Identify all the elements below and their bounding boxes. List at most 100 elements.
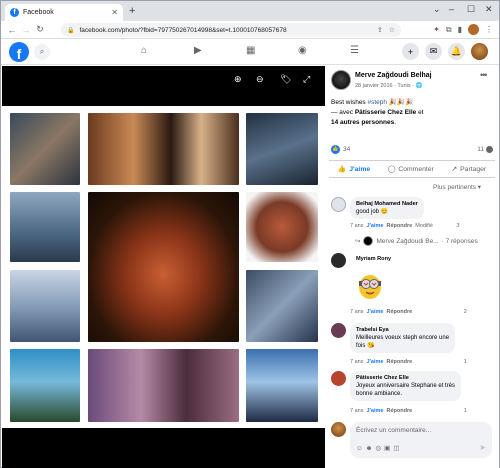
- zoom-out-icon[interactable]: ⊖: [256, 74, 264, 85]
- comment-input[interactable]: Écrivez un commentaire...: [356, 427, 431, 434]
- commenter-avatar[interactable]: [331, 197, 346, 212]
- close-window-icon[interactable]: ✕: [485, 4, 493, 15]
- comment-text-line: bonne ambiance.: [356, 391, 403, 397]
- post-author-name[interactable]: Merve Zağdoudi Belhaj: [355, 72, 432, 79]
- url-text[interactable]: facebook.com/photo/?fbid=797750267014998…: [79, 27, 370, 34]
- comment-text-line: Joyeux anniversaire Stephane et très: [356, 383, 456, 389]
- create-icon[interactable]: +: [402, 43, 419, 60]
- photo-tile: [10, 349, 80, 422]
- commenter-name[interactable]: Pâtisserie Chez Elle: [356, 374, 455, 382]
- profile-avatar-icon[interactable]: [468, 24, 479, 35]
- reply-author-avatar: [363, 236, 374, 246]
- post-details-panel: Merve Zağdoudi Belhaj 28 janvier 2016 · …: [325, 66, 499, 468]
- zoom-in-icon[interactable]: ⊕: [234, 74, 242, 85]
- comment-meta: 7 ans J'aime Répondre 1: [350, 359, 467, 365]
- notifications-icon[interactable]: 🔔: [448, 43, 465, 60]
- tab-title: Facebook: [23, 9, 54, 16]
- share-icon[interactable]: ⇪: [377, 26, 383, 34]
- composer-icons[interactable]: ☺☻◎▣◫: [356, 444, 402, 452]
- search-icon[interactable]: ⌕: [34, 44, 50, 60]
- comment-like-link[interactable]: J'aime: [367, 359, 384, 365]
- menu-icon[interactable]: ☰: [350, 45, 359, 56]
- send-icon[interactable]: ➤: [479, 443, 486, 452]
- fullscreen-icon[interactable]: ⤢: [303, 74, 310, 85]
- tag-icon[interactable]: 🏷: [280, 74, 291, 85]
- comment-reaction-count: 1: [463, 359, 467, 365]
- minimize-icon[interactable]: –: [449, 4, 454, 14]
- hashtag-link[interactable]: #steph: [368, 99, 388, 106]
- reaction-count[interactable]: 34: [343, 146, 350, 153]
- omnibox[interactable]: 🔒 facebook.com/photo/?fbid=7977502670149…: [61, 23, 401, 37]
- comment-reply-link[interactable]: Répondre: [387, 359, 413, 365]
- like-button[interactable]: 👍 J'aime: [338, 165, 370, 173]
- address-bar: ← → ↻ 🔒 facebook.com/photo/?fbid=7977502…: [1, 21, 499, 39]
- photo-tile: [246, 270, 318, 342]
- commenter-avatar[interactable]: [331, 253, 346, 268]
- commenter-name[interactable]: Myriam Rony: [356, 256, 391, 262]
- photo-tile: [246, 349, 318, 422]
- maximize-icon[interactable]: ☐: [467, 4, 475, 15]
- comment-item: Trabelsi Eya Meilleures voeux steph enco…: [331, 323, 496, 363]
- commenter-avatar[interactable]: [331, 323, 346, 338]
- tagged-others-link[interactable]: 14 autres personnes: [331, 119, 394, 126]
- comment-like-link[interactable]: J'aime: [367, 223, 384, 229]
- menu-kebab-icon[interactable]: ⋮: [485, 25, 493, 34]
- comment-bubble: Pâtisserie Chez Elle Joyeux anniversaire…: [350, 371, 462, 401]
- author-avatar[interactable]: [331, 70, 351, 90]
- forward-icon[interactable]: →: [19, 25, 33, 35]
- extension-icon[interactable]: ✦: [433, 25, 440, 34]
- comment-reply-link[interactable]: Répondre: [387, 309, 413, 315]
- account-avatar[interactable]: [471, 43, 488, 60]
- puzzle-icon[interactable]: ⧉: [446, 25, 452, 35]
- facebook-logo-icon[interactable]: f: [9, 42, 29, 62]
- commenter-avatar[interactable]: [331, 371, 346, 386]
- new-tab-button[interactable]: +: [129, 5, 135, 17]
- bookmark-star-icon[interactable]: ☆: [389, 26, 395, 34]
- marketplace-icon[interactable]: ▦: [246, 45, 255, 56]
- photo-collage[interactable]: [2, 106, 325, 428]
- commenter-name[interactable]: Trabelsi Eya: [356, 326, 449, 334]
- tab-facebook[interactable]: f Facebook ✕: [5, 4, 123, 21]
- comment-bubble-icon: [486, 145, 493, 153]
- share-arrow-icon: ↗: [451, 166, 458, 173]
- lock-icon: 🔒: [67, 27, 75, 34]
- photo-tile: [246, 192, 318, 262]
- comment-composer[interactable]: Écrivez un commentaire... ☺☻◎▣◫ ➤: [350, 422, 492, 458]
- sticker-icon[interactable]: ◫: [393, 445, 402, 452]
- my-avatar[interactable]: [331, 422, 346, 437]
- messenger-icon[interactable]: ✉: [425, 43, 442, 60]
- post-date: 28 janvier 2016 · Tunis · 🌐: [355, 83, 423, 89]
- close-tab-icon[interactable]: ✕: [111, 8, 118, 17]
- comment-meta: 7 ans J'aime Répondre Modifié 3: [350, 223, 460, 229]
- home-icon[interactable]: ⌂: [141, 45, 147, 56]
- extensions-bar: ✦ ⧉ ▮ ⋮: [433, 24, 493, 35]
- emoji-icon[interactable]: ☻: [366, 445, 376, 452]
- post-text: Best wishes #steph 🎉🎉🎉 — avec Pâtisserie…: [331, 99, 424, 126]
- reply-thread-row[interactable]: ↪ Merve Zağdoudi Be... · 7 réponses: [355, 236, 478, 246]
- back-icon[interactable]: ←: [5, 25, 19, 35]
- comment-sort-dropdown[interactable]: Plus pertinents ▾: [433, 183, 481, 191]
- commenter-name[interactable]: Belhaj Mohamed Nader: [356, 200, 418, 208]
- tagged-page-link[interactable]: Pâtisserie Chez Elle: [355, 109, 416, 116]
- camera-icon[interactable]: ◎: [375, 445, 384, 452]
- facebook-favicon-icon: f: [10, 8, 19, 17]
- sidebar-icon[interactable]: ▮: [458, 25, 462, 34]
- comment-like-link[interactable]: J'aime: [367, 309, 384, 315]
- video-icon[interactable]: ▶: [194, 45, 202, 56]
- reactions-summary: 👍 34 11: [331, 143, 493, 155]
- comment-count[interactable]: 11: [477, 146, 484, 153]
- post-options-icon[interactable]: •••: [480, 70, 488, 80]
- groups-icon[interactable]: ◉: [298, 45, 307, 56]
- avatar-sticker-icon[interactable]: ☺: [356, 445, 366, 452]
- comment-reply-link[interactable]: Répondre: [387, 408, 413, 414]
- sticker-emoji: [355, 270, 385, 300]
- comment-bubble: Belhaj Mohamed Nader good job 😊: [350, 197, 424, 219]
- gif-icon[interactable]: ▣: [384, 445, 393, 452]
- chevron-down-icon[interactable]: ⌄: [433, 4, 441, 15]
- comment-reply-link[interactable]: Répondre: [387, 223, 413, 229]
- photo-tile: [246, 113, 318, 185]
- comment-button[interactable]: ◯ Commenter: [388, 165, 434, 173]
- comment-like-link[interactable]: J'aime: [367, 408, 384, 414]
- share-button[interactable]: ↗ Partager: [451, 165, 486, 173]
- reload-icon[interactable]: ↻: [33, 24, 47, 35]
